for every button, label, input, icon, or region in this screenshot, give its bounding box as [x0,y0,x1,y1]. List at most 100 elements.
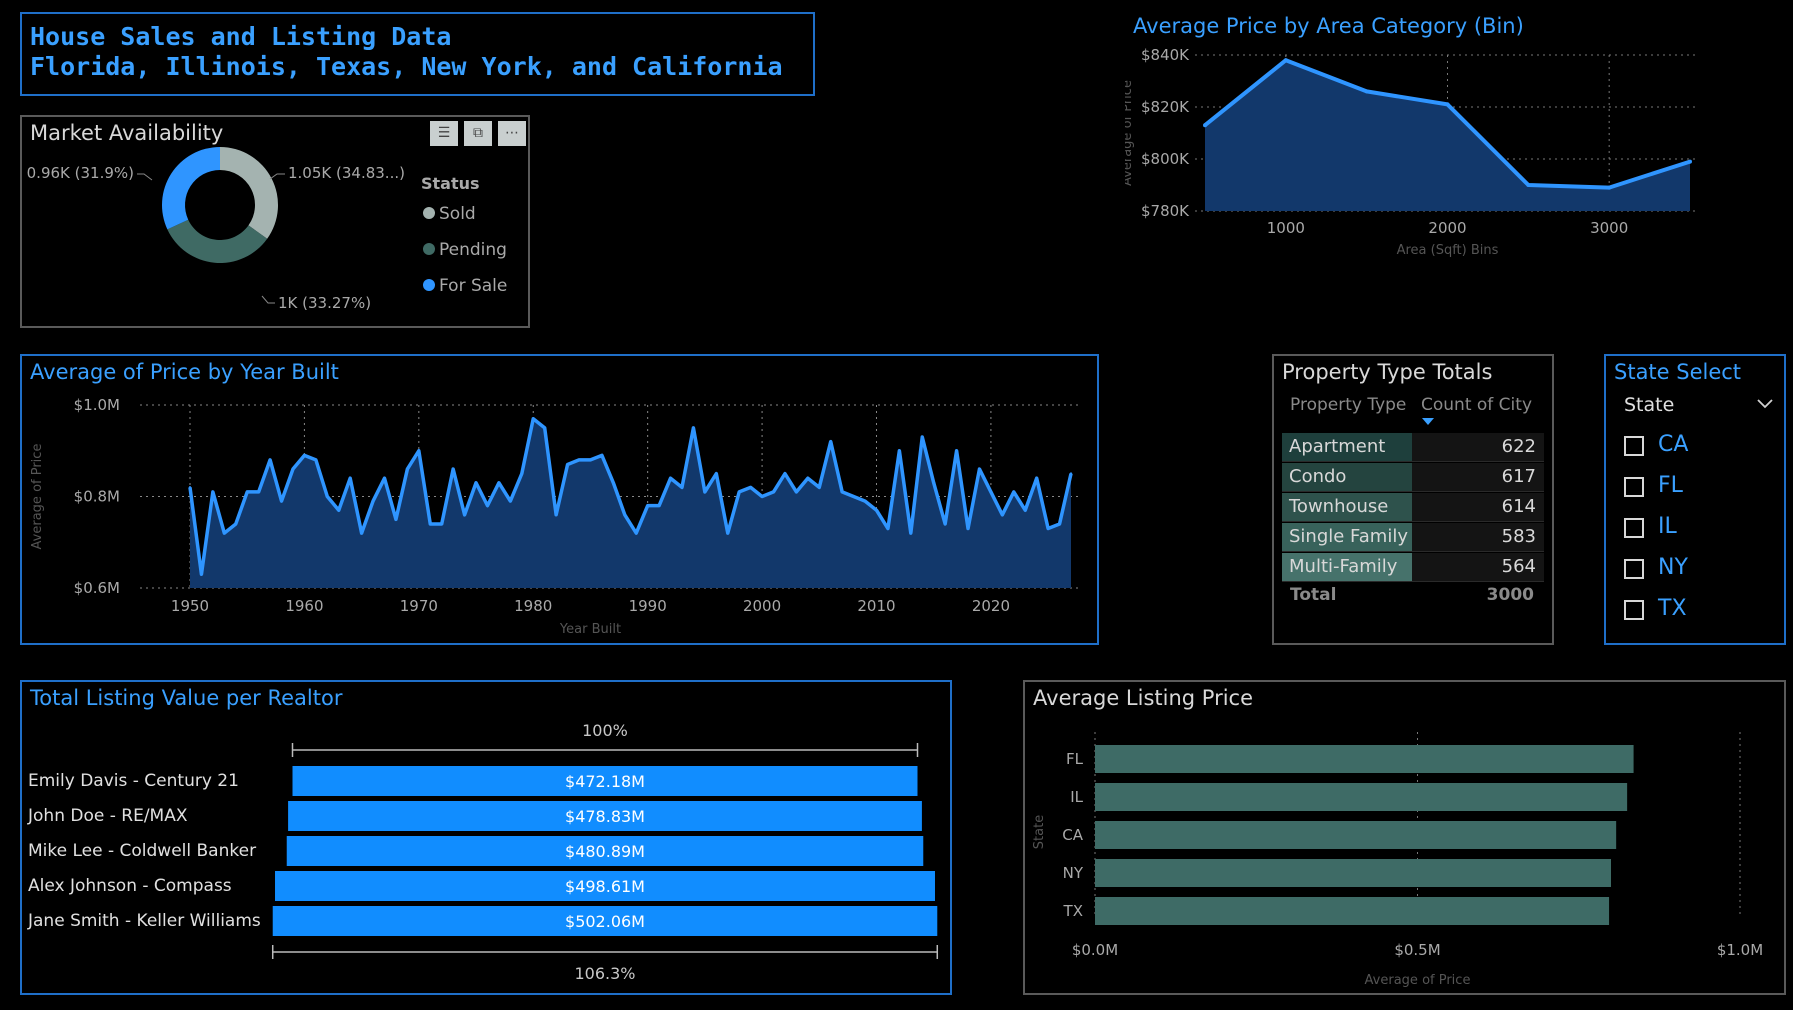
x-tick-label: 2020 [972,597,1010,615]
checkbox-ny[interactable] [1624,559,1644,579]
col-header-count[interactable]: Count of City [1421,395,1532,415]
slice-label-sold: 1.05K (34.83...) [288,164,405,182]
total-value: 3000 [1486,585,1534,605]
realtor-name: Alex Johnson - Compass [28,876,232,896]
state-option-ny[interactable]: NY [1658,555,1688,580]
report-subtitle: Florida, Illinois, Texas, New York, and … [30,52,783,81]
legend-dot-pending [423,243,435,255]
state-tick-label: NY [1063,864,1084,882]
data-point [257,490,260,494]
data-point [554,513,558,516]
legend-dot-for-sale [423,279,435,291]
state-option-il[interactable]: IL [1658,514,1677,539]
year-built-chart: $1.0M $0.8M $0.6M 1950 1960 1970 1980 1990 2000 2… [30,396,1081,637]
data-point [749,486,752,489]
state-tick-label: CA [1062,826,1083,844]
data-point [589,458,592,462]
data-point [566,463,569,466]
data-point [383,477,386,480]
data-point [200,573,203,576]
data-point [646,504,649,507]
state-option-tx[interactable]: TX [1658,596,1687,621]
realtor-name: Mike Lee - Coldwell Banker [28,841,256,861]
state-option-ca[interactable]: CA [1658,432,1688,457]
report-title: House Sales and Listing Data [30,22,452,51]
data-point [509,499,512,503]
property-type-title: Property Type Totals [1282,360,1493,384]
data-point [783,472,787,475]
table-row[interactable]: Apartment 622 [1282,433,1544,462]
data-point [943,522,947,526]
data-point [532,417,535,420]
data-point [268,458,272,462]
x-tick-label: 3000 [1590,219,1628,237]
data-point [326,495,329,498]
y-tick-label: $840K [1141,46,1190,64]
donut-chart: 0.96K (31.9%) 1.05K (34.83...) 1K (33.27… [27,147,507,312]
property-type-cell: Condo [1282,463,1412,491]
data-point [1046,527,1050,530]
property-type-panel[interactable]: Property Type Totals Property Type Count… [1272,354,1554,645]
sort-desc-icon[interactable] [1422,418,1434,425]
table-row[interactable]: Condo 617 [1282,463,1544,492]
listing-bar [1095,897,1610,925]
listing-bar [1095,783,1628,811]
data-point [463,513,466,516]
state-tick-label: TX [1063,902,1083,920]
market-availability-panel[interactable]: Market Availability ☰ ⧉ ⋯ 0.96K (31.9%) … [20,115,530,328]
data-point [360,531,363,535]
col-header-property-type[interactable]: Property Type [1290,395,1406,415]
realtor-bar-label: $472.18M [565,772,645,791]
y-axis-title: Average of Price [1125,80,1135,186]
listing-price-panel[interactable]: Average Listing Price $0.0M $0.5M $1.0M FL I… [1023,680,1786,995]
y-tick-label: $0.6M [74,579,120,597]
y-tick-label: $0.8M [74,488,120,506]
legend-sold[interactable]: Sold [439,204,476,224]
data-point [406,467,409,471]
data-point [806,477,810,480]
checkbox-il[interactable] [1624,518,1644,538]
realtor-panel[interactable]: Total Listing Value per Realtor 100% 106… [20,680,952,995]
checkbox-tx[interactable] [1624,600,1644,620]
data-point [840,490,844,494]
table-row[interactable]: Townhouse 614 [1282,493,1544,522]
data-point [623,513,626,516]
area-category-panel[interactable]: Average Price by Area Category (Bin) $84… [1125,8,1785,298]
data-point [280,499,283,503]
state-field-label: State [1624,394,1675,416]
checkbox-ca[interactable] [1624,436,1644,456]
y-axis-title: State [1032,815,1047,849]
state-tick-label: FL [1066,750,1084,768]
data-point [909,531,913,535]
data-point [1069,472,1073,475]
data-point [577,458,581,462]
x-tick-label: $0.0M [1072,941,1118,959]
table-row[interactable]: Multi-Family 564 [1282,553,1544,582]
property-type-cell: Apartment [1282,433,1412,461]
chevron-down-icon[interactable] [1756,398,1774,410]
data-point [348,477,352,480]
x-tick-label: 2010 [857,597,895,615]
realtor-name: Emily Davis - Century 21 [28,771,239,791]
checkbox-fl[interactable] [1624,477,1644,497]
property-type-cell: Townhouse [1282,493,1412,521]
data-point [932,481,935,484]
realtor-bar-label: $498.61M [565,877,645,896]
area-category-chart: $840K $820K $800K $780K 1000 2000 3000 Area (Sq… [1125,46,1695,258]
total-label: Total [1290,585,1337,605]
state-option-fl[interactable]: FL [1658,473,1683,498]
legend-for-sale[interactable]: For Sale [439,276,507,296]
realtor-bar-label: $502.06M [565,912,645,931]
count-cell: 617 [1412,463,1544,491]
data-point [635,531,638,535]
state-select-panel[interactable]: State Select State CA FL IL NY TX [1604,354,1786,645]
y-tick-label: $800K [1141,150,1190,168]
legend-title: Status [421,174,480,193]
legend-pending[interactable]: Pending [439,240,507,260]
data-point [737,490,741,494]
listing-price-chart: $0.0M $0.5M $1.0M FL IL CA NY TX Average of Pric… [1032,732,1763,988]
data-point [1012,490,1015,494]
table-row[interactable]: Single Family 583 [1282,523,1544,552]
year-built-panel[interactable]: Average of Price by Year Built $1.0M $0.8… [20,354,1099,645]
realtor-name: Jane Smith - Keller Williams [27,911,261,931]
